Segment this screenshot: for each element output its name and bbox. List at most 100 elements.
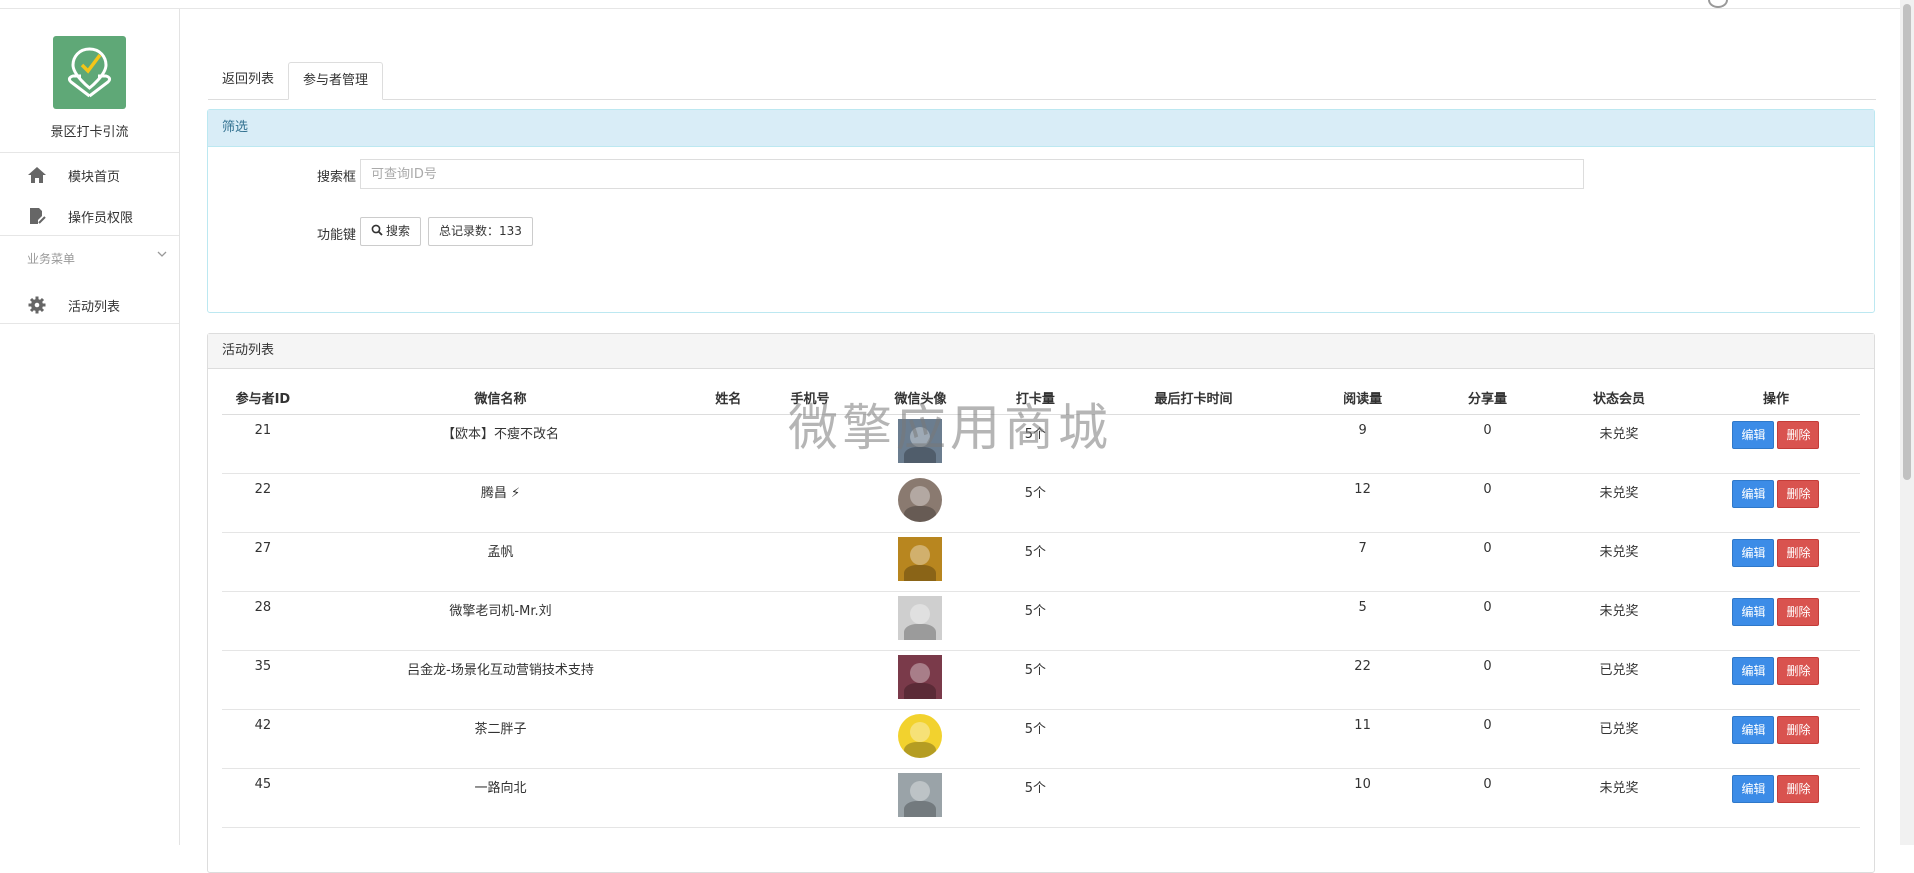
activity-list-panel: 活动列表 参与者ID 微信名称 姓名 手机号 微信头像 打卡量 最后打卡时间 阅…	[207, 333, 1875, 873]
avatar-cell	[860, 768, 981, 828]
cell-last	[1090, 532, 1297, 592]
avatar-body	[904, 447, 937, 463]
cell-shares: 0	[1428, 768, 1547, 828]
avatar-face	[910, 486, 931, 506]
avatar-face	[910, 545, 931, 565]
actions-cell: 编辑 删除	[1691, 709, 1860, 769]
avatar-body	[904, 565, 937, 581]
column-header: 微信名称	[303, 380, 698, 415]
avatar	[898, 655, 943, 699]
delete-button[interactable]: 删除	[1777, 421, 1820, 449]
cell-phone	[759, 768, 861, 828]
cell-name	[697, 709, 760, 769]
edit-button[interactable]: 编辑	[1732, 539, 1775, 567]
chevron-down-icon[interactable]	[157, 249, 167, 259]
cell-checkins: 5个	[980, 768, 1091, 828]
cell-last	[1090, 414, 1297, 474]
cell-name	[697, 768, 760, 828]
cell-last	[1090, 591, 1297, 651]
actions-cell: 编辑 删除	[1691, 650, 1860, 710]
sidebar-divider	[0, 152, 179, 153]
delete-button[interactable]: 删除	[1777, 657, 1820, 685]
cell-status: 未兑奖	[1546, 768, 1692, 828]
edit-button[interactable]: 编辑	[1732, 421, 1775, 449]
cell-last	[1090, 473, 1297, 533]
participants-table: 参与者ID 微信名称 姓名 手机号 微信头像 打卡量 最后打卡时间 阅读量 分享…	[222, 380, 1860, 828]
doc-edit-icon	[30, 208, 46, 224]
table-row: 28 微擎老司机-Mr.刘 5个 5 0 未兑奖 编辑 删除	[222, 591, 1860, 651]
cell-id: 21	[222, 414, 304, 474]
avatar-cell	[860, 709, 981, 769]
cell-status: 未兑奖	[1546, 473, 1692, 533]
cell-phone	[759, 650, 861, 710]
list-panel-title: 活动列表	[208, 334, 1874, 369]
sidebar-item-activity-list[interactable]: 活动列表	[0, 288, 179, 322]
cell-checkins: 5个	[980, 414, 1091, 474]
delete-button[interactable]: 删除	[1777, 539, 1820, 567]
column-header: 姓名	[697, 380, 760, 415]
avatar	[898, 478, 943, 522]
cell-status: 未兑奖	[1546, 532, 1692, 592]
app-logo	[53, 36, 126, 109]
delete-button[interactable]: 删除	[1777, 480, 1820, 508]
table-row: 42 茶二胖子 5个 11 0 已兑奖 编辑 删除	[222, 709, 1860, 769]
column-header: 分享量	[1428, 380, 1547, 415]
page-scrollbar[interactable]	[1900, 0, 1914, 845]
edit-button[interactable]: 编辑	[1732, 775, 1775, 803]
cell-last	[1090, 709, 1297, 769]
column-header: 状态会员	[1546, 380, 1692, 415]
column-header: 手机号	[759, 380, 861, 415]
actions-cell: 编辑 删除	[1691, 768, 1860, 828]
cell-wechat: 一路向北	[303, 768, 698, 828]
cell-name	[697, 532, 760, 592]
column-header: 操作	[1691, 380, 1860, 415]
sidebar-item-home[interactable]: 模块首页	[0, 158, 179, 192]
search-button[interactable]: 搜索	[360, 217, 422, 246]
cell-id: 22	[222, 473, 304, 533]
app-name: 景区打卡引流	[50, 125, 129, 140]
delete-button[interactable]: 删除	[1777, 775, 1820, 803]
cell-reads: 5	[1296, 591, 1429, 651]
cell-shares: 0	[1428, 709, 1547, 769]
sidebar-group-title: 业务菜单	[27, 252, 76, 266]
search-icon	[371, 224, 383, 236]
edit-button[interactable]: 编辑	[1732, 598, 1775, 626]
cell-reads: 12	[1296, 473, 1429, 533]
delete-button[interactable]: 删除	[1777, 716, 1820, 744]
avatar	[898, 537, 943, 581]
top-bar	[0, 0, 1914, 9]
search-button-label: 搜索	[386, 224, 411, 238]
cell-shares: 0	[1428, 650, 1547, 710]
edit-button[interactable]: 编辑	[1732, 657, 1775, 685]
avatar-face	[910, 663, 931, 683]
avatar-body	[904, 506, 937, 522]
sidebar-item-label: 操作员权限	[68, 211, 134, 226]
avatar-face	[910, 781, 931, 801]
avatar	[898, 419, 943, 463]
cell-reads: 22	[1296, 650, 1429, 710]
scrollbar-thumb[interactable]	[1903, 4, 1911, 480]
edit-button[interactable]: 编辑	[1732, 480, 1775, 508]
avatar-cell	[860, 650, 981, 710]
cell-status: 未兑奖	[1546, 591, 1692, 651]
column-header: 打卡量	[980, 380, 1091, 415]
table-header-row: 参与者ID 微信名称 姓名 手机号 微信头像 打卡量 最后打卡时间 阅读量 分享…	[222, 380, 1860, 415]
sidebar: 景区打卡引流 模块首页 操作员权限 业务菜单 活动列表	[0, 9, 180, 845]
tab-back-to-list[interactable]: 返回列表	[208, 62, 288, 98]
table-row: 22 腾昌 ⚡ 5个 12 0 未兑奖 编辑 删除	[222, 473, 1860, 533]
search-input[interactable]	[360, 159, 1584, 189]
cell-wechat: 吕金龙-场景化互动营销技术支持	[303, 650, 698, 710]
cell-status: 已兑奖	[1546, 709, 1692, 769]
edit-button[interactable]: 编辑	[1732, 716, 1775, 744]
avatar-body	[904, 801, 937, 817]
cell-shares: 0	[1428, 532, 1547, 592]
sidebar-item-operator-permissions[interactable]: 操作员权限	[0, 199, 179, 233]
cell-name	[697, 650, 760, 710]
table-row: 45 一路向北 5个 10 0 未兑奖 编辑 删除	[222, 768, 1860, 828]
sidebar-divider	[0, 235, 179, 236]
tab-participant-management[interactable]: 参与者管理	[288, 62, 384, 100]
delete-button[interactable]: 删除	[1777, 598, 1820, 626]
avatar-face	[910, 427, 931, 447]
cell-id: 27	[222, 532, 304, 592]
user-icon[interactable]	[1708, 0, 1728, 8]
